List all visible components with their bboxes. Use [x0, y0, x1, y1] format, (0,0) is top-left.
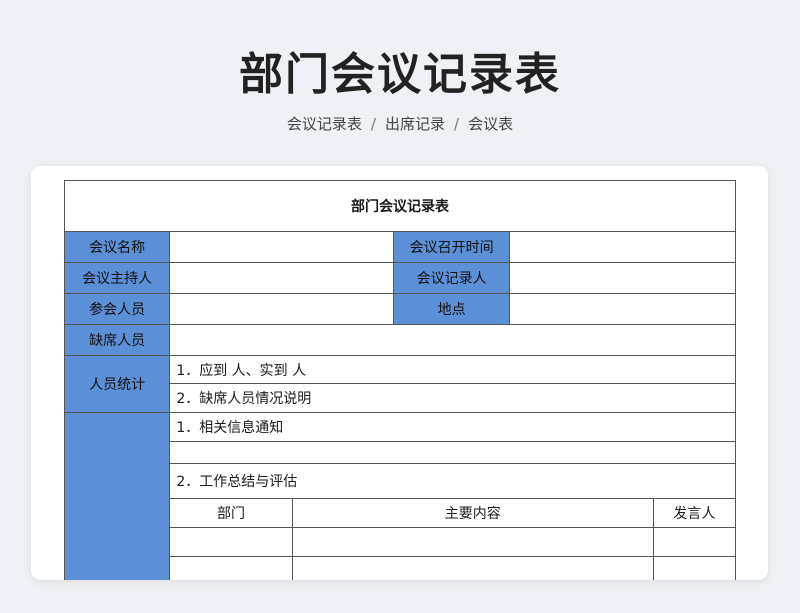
stats-line[interactable]: 2．缺席人员情况说明: [169, 383, 736, 413]
content-line[interactable]: 1．相关信息通知: [169, 412, 736, 442]
recorder-field[interactable]: [509, 262, 736, 294]
speech-cell-department[interactable]: [169, 556, 293, 580]
speech-header-department: 部门: [169, 498, 293, 528]
breadcrumb-separator: /: [454, 115, 460, 133]
attendees-field[interactable]: [169, 293, 394, 325]
speech-header-speaker: 发言人: [652, 498, 737, 528]
meeting-form-table: 部门会议记录表 会议名称 会议召开时间 会议主持人 会议记录人 参会人员 地点 …: [63, 180, 737, 580]
host-field[interactable]: [169, 262, 394, 294]
absentees-label: 缺席人员: [63, 324, 171, 356]
speech-cell-department[interactable]: [169, 527, 293, 557]
absentees-field[interactable]: [169, 324, 736, 356]
meeting-name-field[interactable]: [169, 231, 394, 263]
location-field[interactable]: [509, 293, 736, 325]
speech-cell-content[interactable]: [291, 556, 654, 580]
form-card: 部门会议记录表 会议名称 会议召开时间 会议主持人 会议记录人 参会人员 地点 …: [31, 166, 768, 580]
breadcrumb-separator: /: [370, 115, 376, 133]
meeting-time-field[interactable]: [509, 231, 736, 263]
speech-header-content: 主要内容: [291, 498, 654, 528]
attendees-label: 参会人员: [63, 293, 171, 325]
breadcrumb: 会议记录表 / 出席记录 / 会议表: [0, 113, 800, 134]
speech-cell-speaker[interactable]: [652, 556, 737, 580]
host-label: 会议主持人: [63, 262, 171, 294]
meeting-name-label: 会议名称: [63, 231, 171, 263]
page-title: 部门会议记录表: [239, 49, 561, 100]
content-line[interactable]: 2．工作总结与评估: [169, 463, 736, 499]
content-label: [63, 412, 171, 580]
breadcrumb-item-attendance[interactable]: 出席记录: [385, 115, 445, 133]
recorder-label: 会议记录人: [392, 262, 511, 294]
speech-cell-speaker[interactable]: [652, 527, 737, 557]
location-label: 地点: [392, 293, 511, 325]
content-line-blank[interactable]: [169, 441, 736, 464]
breadcrumb-item-meeting[interactable]: 会议表: [468, 115, 513, 133]
form-title: 部门会议记录表: [64, 180, 736, 232]
stats-label: 人员统计: [63, 355, 171, 413]
speech-cell-content[interactable]: [291, 527, 654, 557]
stats-line[interactable]: 1．应到 人、实到 人: [169, 355, 736, 384]
meeting-time-label: 会议召开时间: [392, 231, 511, 263]
breadcrumb-item-records[interactable]: 会议记录表: [287, 115, 362, 133]
